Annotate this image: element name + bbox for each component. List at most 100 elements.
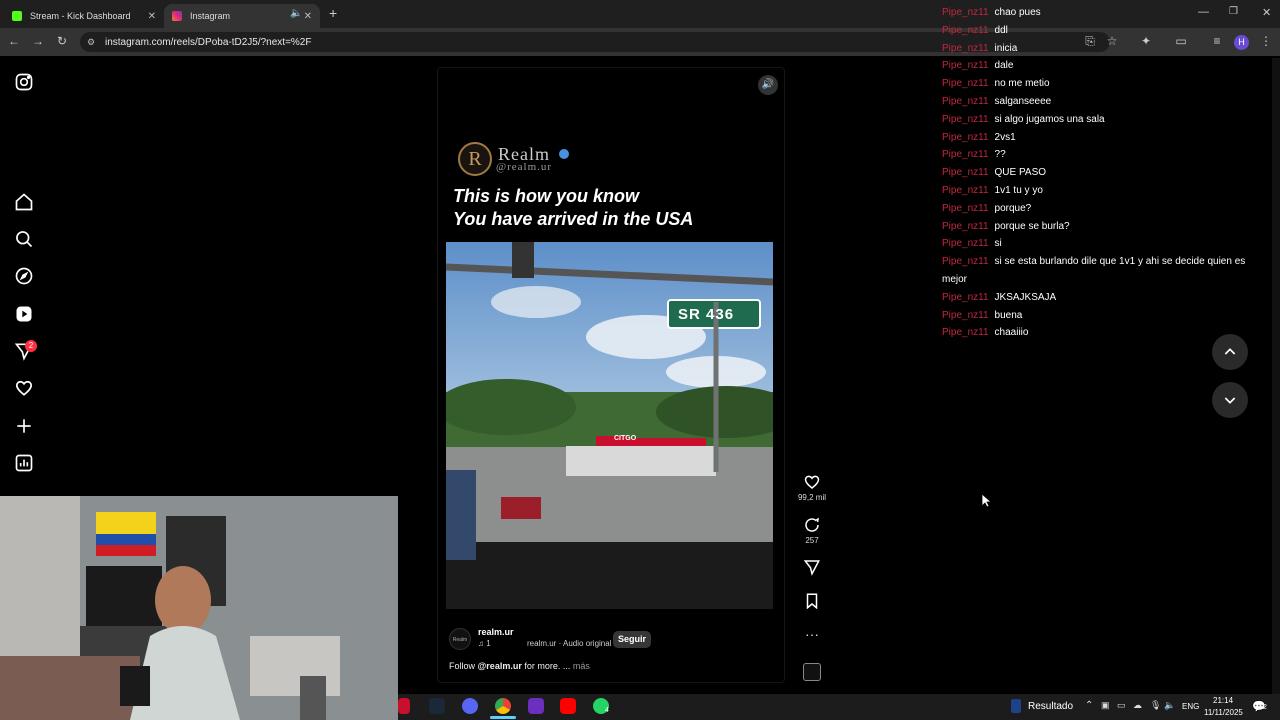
close-icon[interactable]: ✕ xyxy=(304,11,312,22)
chat-text: si algo jugamos una sala xyxy=(994,113,1105,125)
tab-title: Stream - Kick Dashboard xyxy=(30,11,131,21)
steam-icon[interactable] xyxy=(429,698,445,714)
site-info-icon[interactable]: ⚙ xyxy=(87,37,95,48)
chat-message: Pipe_nz11 1v1 tu y yo xyxy=(942,182,1262,200)
mute-toggle-icon[interactable]: 🔊 xyxy=(758,75,778,95)
widget-result-label[interactable]: Resultado xyxy=(1028,701,1073,712)
volume-icon[interactable]: 🔈 xyxy=(1164,700,1175,711)
chat-message: Pipe_nz11 chao pues xyxy=(942,4,1262,22)
dashboard-icon[interactable] xyxy=(14,453,34,473)
app-icon[interactable] xyxy=(528,698,544,714)
tab-title: Instagram xyxy=(190,11,231,21)
audio-label[interactable]: realm.ur · Audio original xyxy=(527,639,611,648)
more-link[interactable]: más xyxy=(573,661,590,671)
chat-username[interactable]: Pipe_nz11 xyxy=(942,7,989,18)
chat-username[interactable]: Pipe_nz11 xyxy=(942,292,989,303)
new-tab-button[interactable]: + xyxy=(329,5,337,21)
whatsapp-badge: 4 xyxy=(605,707,609,714)
chat-text: chaaiiio xyxy=(994,327,1029,339)
share-button[interactable] xyxy=(797,558,827,578)
discord-icon[interactable] xyxy=(462,698,478,714)
app-icon-partial[interactable] xyxy=(398,698,410,714)
chat-username[interactable]: Pipe_nz11 xyxy=(942,43,989,54)
chat-username[interactable]: Pipe_nz11 xyxy=(942,149,989,160)
chat-username[interactable]: Pipe_nz11 xyxy=(942,25,989,36)
chat-username[interactable]: Pipe_nz11 xyxy=(942,310,989,321)
chat-message: Pipe_nz11 si xyxy=(942,235,1262,253)
chat-username[interactable]: Pipe_nz11 xyxy=(942,60,989,71)
chat-username[interactable]: Pipe_nz11 xyxy=(942,167,989,178)
chat-username[interactable]: Pipe_nz11 xyxy=(942,221,989,232)
create-plus-icon[interactable] xyxy=(14,416,34,436)
chat-message: Pipe_nz11 chaaiiio xyxy=(942,324,1262,342)
reload-icon[interactable]: ↻ xyxy=(54,34,70,48)
page-scrollbar[interactable] xyxy=(1272,58,1280,694)
chat-username[interactable]: Pipe_nz11 xyxy=(942,203,989,214)
nba-icon[interactable] xyxy=(1011,699,1021,713)
gas-station-sign: CITGO xyxy=(614,435,637,442)
chrome-icon[interactable] xyxy=(495,698,511,714)
close-icon[interactable]: ✕ xyxy=(148,11,156,22)
chat-username[interactable]: Pipe_nz11 xyxy=(942,256,989,267)
onedrive-cloud-icon[interactable]: ☁ xyxy=(1133,700,1142,711)
comments-count: 257 xyxy=(805,536,819,545)
comment-button[interactable]: 257 xyxy=(797,516,827,545)
speaker-icon[interactable]: 🔈 xyxy=(290,8,302,19)
clock-date[interactable]: 11/11/2025 xyxy=(1204,708,1243,717)
forward-icon[interactable]: → xyxy=(30,34,46,48)
back-icon[interactable]: ← xyxy=(6,34,22,48)
notifications-heart-icon[interactable] xyxy=(14,378,34,398)
chat-text: si xyxy=(994,238,1002,250)
tray-chevron-up-icon[interactable]: ⌃ xyxy=(1085,700,1093,711)
search-icon[interactable] xyxy=(14,229,34,249)
chevron-down-icon xyxy=(1224,397,1236,404)
microphone-icon[interactable]: 🎙 xyxy=(1150,700,1161,711)
chat-username[interactable]: Pipe_nz11 xyxy=(942,78,989,89)
reels-icon[interactable] xyxy=(14,304,34,324)
chat-username[interactable]: Pipe_nz11 xyxy=(942,327,989,338)
tray-app-icon[interactable]: ▣ xyxy=(1101,700,1110,711)
chat-text: ?? xyxy=(994,149,1006,161)
home-icon[interactable] xyxy=(14,192,34,212)
follow-button[interactable]: Seguir xyxy=(613,631,651,648)
instagram-logo-icon[interactable] xyxy=(14,72,34,92)
clock-time[interactable]: 21:14 xyxy=(1213,696,1233,705)
more-options-icon[interactable]: ··· xyxy=(797,626,827,642)
like-button[interactable]: 99,2 mil xyxy=(797,473,827,502)
street-scene-image xyxy=(446,242,773,609)
audio-thumbnail[interactable] xyxy=(803,663,821,681)
kick-favicon-icon xyxy=(12,11,22,21)
chat-text: chao pues xyxy=(994,7,1041,18)
chat-username[interactable]: Pipe_nz11 xyxy=(942,114,989,125)
author-name[interactable]: realm.ur xyxy=(478,627,514,637)
brand-handle: @realm.ur xyxy=(496,161,553,173)
chat-message: Pipe_nz11 inicia xyxy=(942,40,1262,58)
chat-text: 1v1 tu y yo xyxy=(994,184,1043,196)
explore-compass-icon[interactable] xyxy=(14,266,34,286)
realm-logo-icon: R xyxy=(458,142,492,176)
caption-handle[interactable]: @realm.ur xyxy=(478,661,522,671)
chat-username[interactable]: Pipe_nz11 xyxy=(942,238,989,249)
url-text: instagram.com/reels/DPoba-tD2J5/?next=%2… xyxy=(105,36,312,48)
next-reel-button[interactable] xyxy=(1212,382,1248,418)
chat-username[interactable]: Pipe_nz11 xyxy=(942,185,989,196)
tab-instagram[interactable]: Instagram 🔈 ✕ xyxy=(164,4,320,28)
headline-line-1: This is how you know xyxy=(453,186,640,206)
language-indicator[interactable]: ENG xyxy=(1182,702,1199,711)
instagram-favicon-icon xyxy=(172,11,182,21)
chat-message: Pipe_nz11 buena xyxy=(942,307,1262,325)
youtube-icon[interactable] xyxy=(560,698,576,714)
chat-username[interactable]: Pipe_nz11 xyxy=(942,132,989,143)
chat-username[interactable]: Pipe_nz11 xyxy=(942,96,989,107)
mouse-cursor-icon xyxy=(982,494,992,508)
heart-icon xyxy=(804,475,820,489)
tray-display-icon[interactable]: ▭ xyxy=(1117,700,1126,711)
save-button[interactable] xyxy=(797,592,827,612)
chat-text: inicia xyxy=(994,42,1018,54)
chat-text: buena xyxy=(994,309,1023,321)
close-window-icon[interactable]: ✕ xyxy=(1262,6,1271,19)
chat-message: Pipe_nz11?? xyxy=(942,146,1262,164)
tab-kick-dashboard[interactable]: Stream - Kick Dashboard ✕ xyxy=(4,4,164,28)
author-avatar[interactable]: Realm xyxy=(449,628,471,650)
reel-video[interactable]: SR 436 CITGO xyxy=(446,242,773,609)
